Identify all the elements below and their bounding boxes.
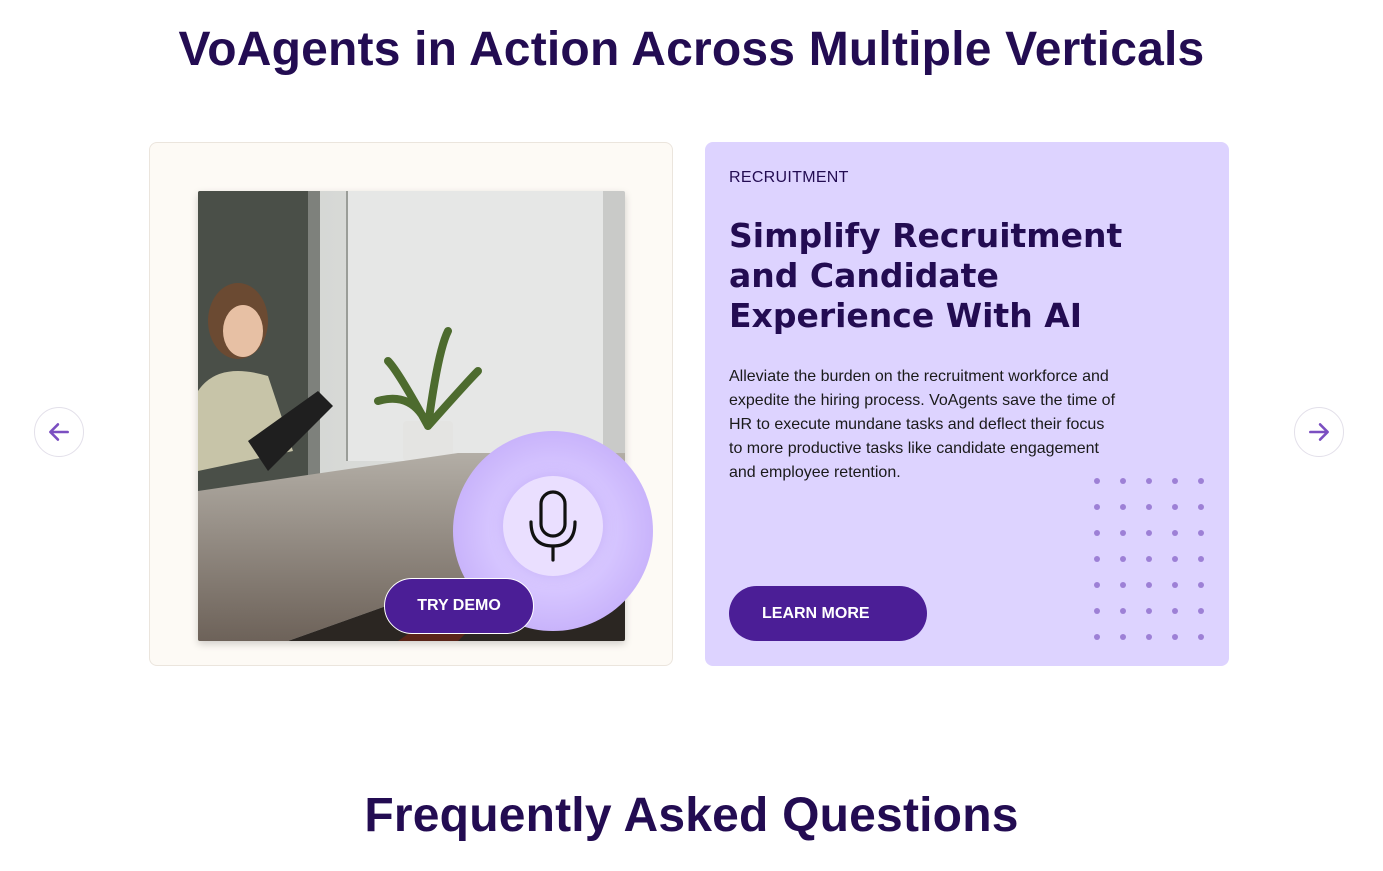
slide-description: Alleviate the burden on the recruitment … [729, 368, 1116, 481]
demo-card: TRY DEMO [149, 142, 673, 666]
decoration-dot [1146, 504, 1152, 510]
arrow-right-icon [1309, 423, 1329, 441]
decoration-dot [1172, 608, 1178, 614]
decoration-dot [1120, 530, 1126, 536]
decoration-dot [1172, 478, 1178, 484]
decoration-dot [1120, 556, 1126, 562]
decoration-dot [1198, 582, 1204, 588]
decoration-dot [1198, 504, 1204, 510]
decoration-dot [1198, 556, 1204, 562]
decoration-dot [1094, 504, 1100, 510]
decoration-dot [1172, 530, 1178, 536]
vertical-slide-card: RECRUITMENT Simplify Recruitment and Can… [705, 142, 1229, 666]
decoration-dot [1094, 608, 1100, 614]
decoration-dot [1172, 582, 1178, 588]
decoration-dot [1172, 504, 1178, 510]
carousel-prev-button[interactable] [34, 407, 84, 457]
faq-title: Frequently Asked Questions [364, 789, 1019, 842]
mic-button[interactable] [503, 476, 603, 576]
decoration-dot [1146, 556, 1152, 562]
decoration-dot [1146, 608, 1152, 614]
decoration-dot [1172, 556, 1178, 562]
decoration-dot [1094, 582, 1100, 588]
vertical-category-label: RECRUITMENT [729, 169, 849, 186]
decoration-dot [1094, 478, 1100, 484]
decoration-dot [1146, 634, 1152, 640]
try-demo-button[interactable]: TRY DEMO [384, 578, 534, 634]
decoration-dot [1146, 582, 1152, 588]
arrow-left-icon [49, 423, 69, 441]
decoration-dot [1198, 478, 1204, 484]
section-title: VoAgents in Action Across Multiple Verti… [178, 23, 1205, 76]
decoration-dot [1172, 634, 1178, 640]
decoration-dot [1198, 608, 1204, 614]
decoration-dot [1120, 504, 1126, 510]
decoration-dot [1146, 478, 1152, 484]
decoration-dot [1120, 608, 1126, 614]
decoration-dot [1094, 530, 1100, 536]
decoration-dot [1094, 556, 1100, 562]
decoration-dot [1120, 478, 1126, 484]
decoration-dot [1120, 634, 1126, 640]
learn-more-button[interactable]: LEARN MORE [729, 586, 927, 641]
carousel-next-button[interactable] [1294, 407, 1344, 457]
decoration-dot [1198, 634, 1204, 640]
decoration-dot [1120, 582, 1126, 588]
dot-pattern-decoration [1094, 478, 1214, 648]
microphone-icon [529, 490, 577, 562]
slide-heading: Simplify Recruitment and Candidate Exper… [729, 216, 1123, 335]
decoration-dot [1146, 530, 1152, 536]
decoration-dot [1094, 634, 1100, 640]
decoration-dot [1198, 530, 1204, 536]
